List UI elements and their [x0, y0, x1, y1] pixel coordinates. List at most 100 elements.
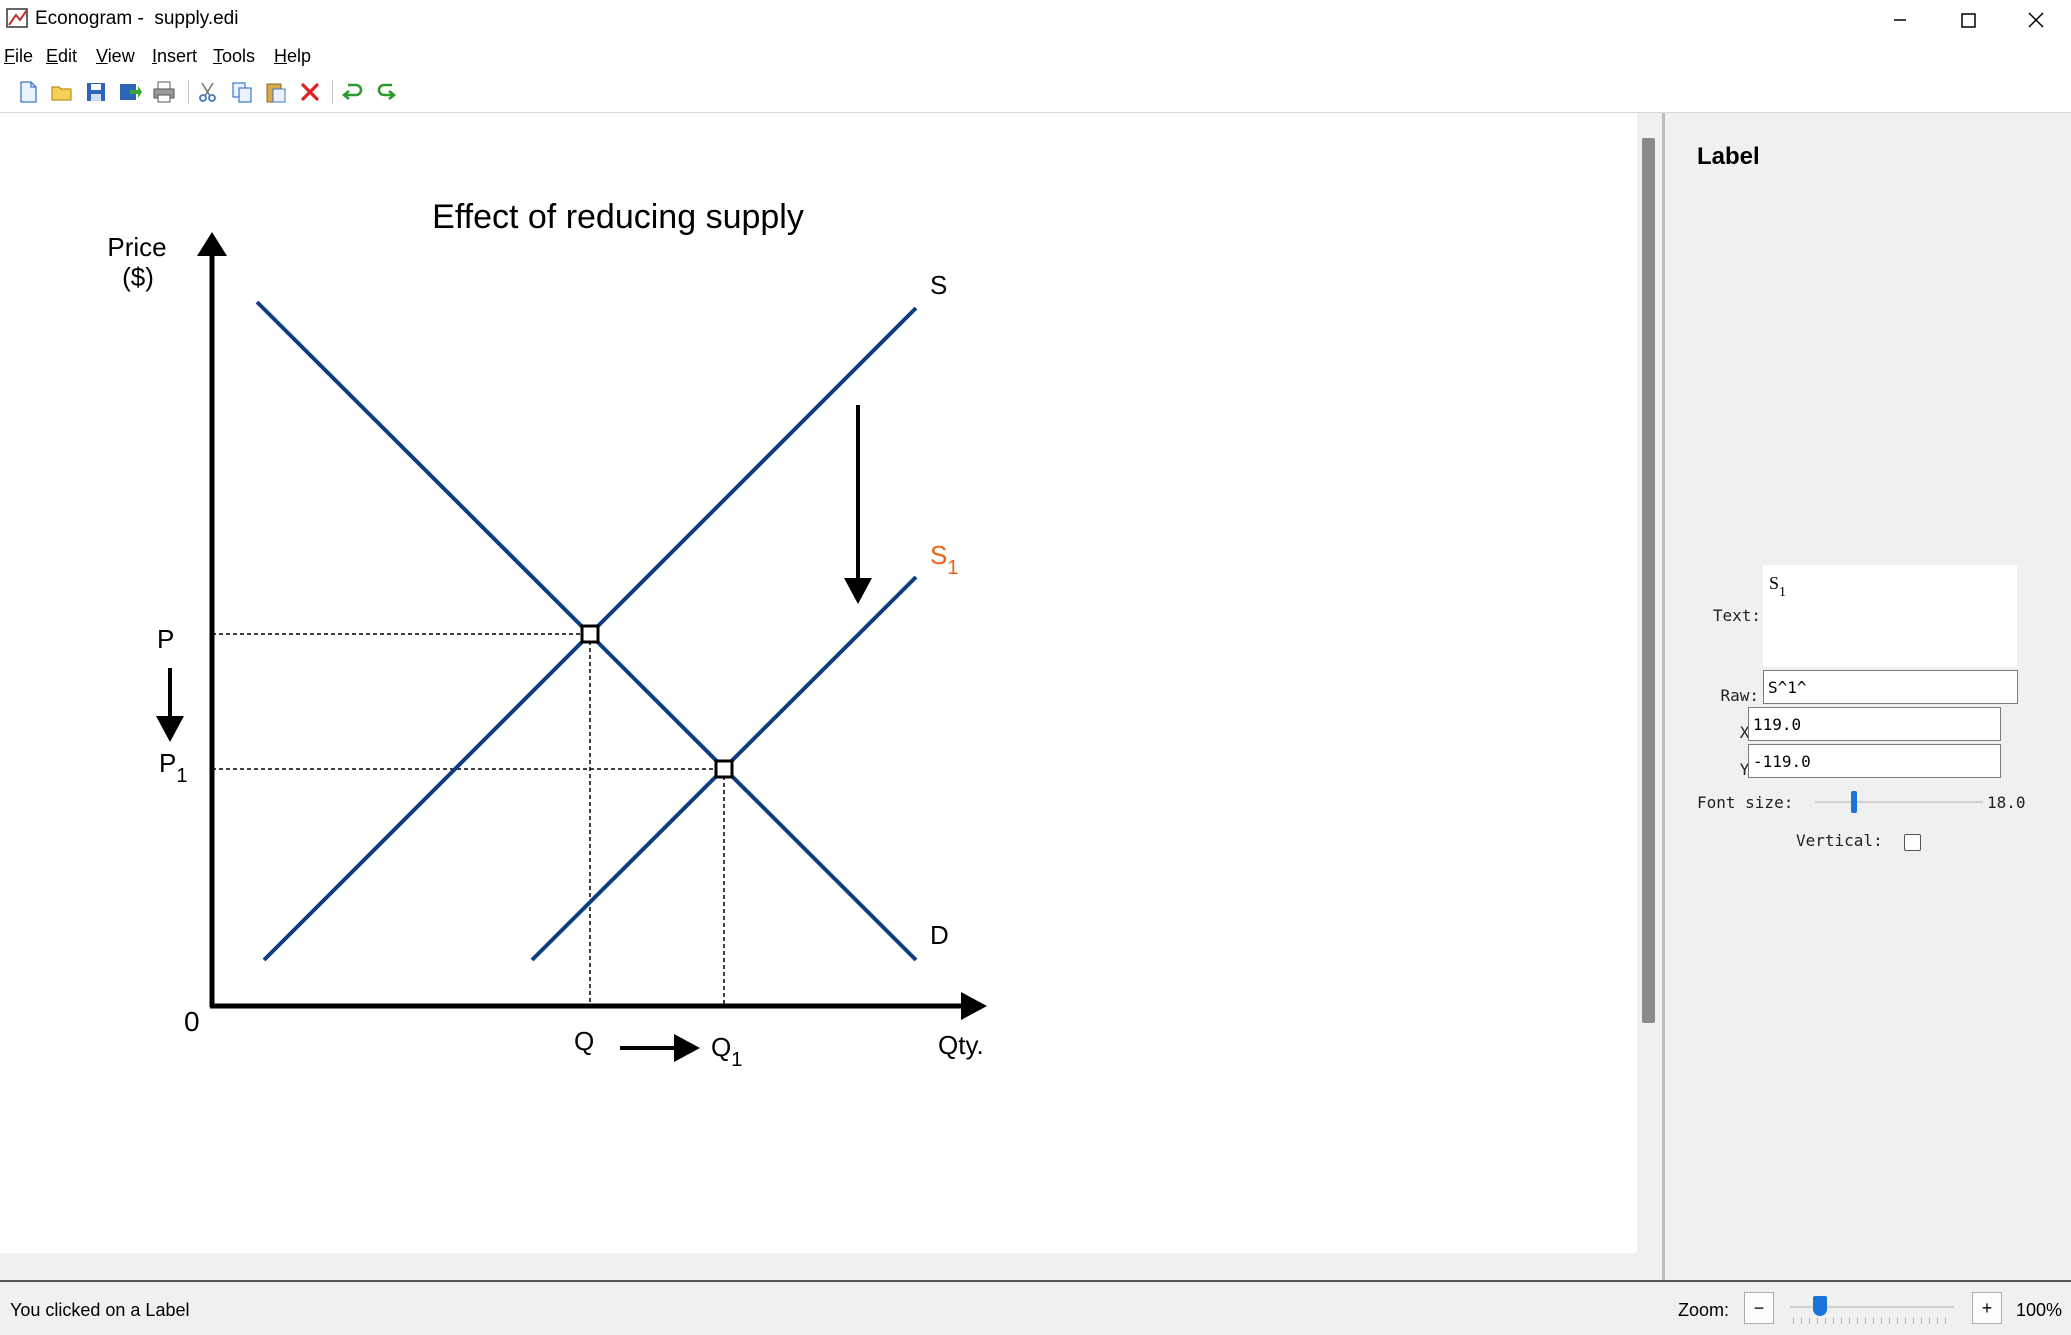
- print-icon: [153, 81, 175, 103]
- y-axis-arrowhead: [197, 232, 227, 256]
- menu-edit-label: dit: [58, 46, 78, 66]
- minimize-button[interactable]: [1864, 0, 1936, 40]
- status-bar: You clicked on a Label Zoom: − + 100%: [0, 1280, 2071, 1335]
- equilibrium-point[interactable]: [580, 624, 600, 644]
- supply-label[interactable]: S: [930, 270, 947, 300]
- x-axis-arrowhead: [961, 992, 987, 1020]
- title-bar: Econogram - supply.edi: [0, 0, 2071, 40]
- text-preview-sub: 1: [1779, 585, 1786, 600]
- open-button[interactable]: [48, 78, 76, 106]
- menu-view-label: iew: [107, 46, 135, 66]
- export-image-button[interactable]: [116, 78, 144, 106]
- undo-icon: [341, 83, 363, 101]
- menu-insert[interactable]: Insert: [152, 46, 197, 67]
- supply-demand-diagram[interactable]: Effect of reducing supply Price ($) Qty.…: [0, 113, 1637, 1253]
- zoom-slider-thumb[interactable]: [1813, 1296, 1827, 1316]
- cut-button[interactable]: [194, 78, 222, 106]
- equilibrium1-point[interactable]: [714, 759, 734, 779]
- font-size-slider[interactable]: [1815, 801, 1983, 803]
- y-axis-label-line2[interactable]: ($): [122, 262, 154, 292]
- zoom-slider-ticks: [1793, 1318, 1953, 1324]
- supply-shift-arrowhead: [844, 578, 872, 604]
- vertical-label: Vertical:: [1796, 831, 1883, 850]
- panel-title: Label: [1697, 143, 1760, 170]
- print-button[interactable]: [150, 78, 178, 106]
- menu-bar: File Edit View Insert Tools Help: [0, 44, 2071, 70]
- save-button[interactable]: [82, 78, 110, 106]
- menu-help-label: elp: [287, 46, 312, 66]
- menu-file-label: ile: [15, 46, 34, 66]
- price-label[interactable]: P: [157, 624, 174, 654]
- properties-panel: Label Text: S 1 Raw: X: Y: Font size: 18…: [1665, 113, 2071, 1280]
- menu-view-mnemonic: V: [96, 46, 108, 66]
- toolbar-separator: [332, 80, 333, 104]
- qty-label[interactable]: Q: [574, 1026, 594, 1056]
- vertical-checkbox[interactable]: [1904, 834, 1921, 851]
- menu-tools-mnemonic: T: [213, 46, 222, 66]
- demand-label[interactable]: D: [930, 920, 949, 950]
- menu-insert-label: nsert: [157, 46, 198, 66]
- delete-button[interactable]: [296, 78, 324, 106]
- close-button[interactable]: [2000, 0, 2071, 40]
- maximize-button[interactable]: [1932, 0, 2004, 40]
- price1-label[interactable]: P1: [159, 748, 187, 787]
- maximize-icon: [1961, 13, 1976, 28]
- paste-icon: [266, 83, 286, 103]
- diagram-title[interactable]: Effect of reducing supply: [432, 198, 804, 236]
- diagram-canvas[interactable]: Effect of reducing supply Price ($) Qty.…: [0, 113, 1637, 1253]
- paste-button[interactable]: [262, 78, 290, 106]
- x-axis-label[interactable]: Qty.: [938, 1030, 984, 1060]
- zoom-in-button[interactable]: +: [1972, 1292, 2002, 1324]
- text-label: Text:: [1712, 606, 1761, 625]
- zoom-label: Zoom:: [1678, 1300, 1730, 1320]
- qty1-label[interactable]: Q1: [711, 1032, 742, 1071]
- vertical-scrollbar[interactable]: [1637, 113, 1662, 1253]
- close-icon: [2028, 12, 2044, 28]
- copy-icon: [232, 82, 252, 103]
- font-size-slider-thumb[interactable]: [1851, 791, 1857, 813]
- open-folder-icon: [51, 86, 72, 101]
- menu-file-mnemonic: F: [4, 46, 15, 66]
- qty-shift-arrowhead: [674, 1034, 700, 1062]
- raw-input[interactable]: [1763, 670, 2018, 704]
- delete-icon: [301, 83, 319, 101]
- font-size-label: Font size:: [1697, 793, 1794, 812]
- x-input[interactable]: [1748, 707, 2001, 741]
- raw-label: Raw:: [1720, 686, 1759, 705]
- price-shift-arrowhead: [156, 716, 184, 742]
- text-preview-base: S: [1769, 573, 1780, 593]
- status-message: You clicked on a Label: [10, 1300, 190, 1320]
- supply1-label-sub: 1: [947, 557, 958, 579]
- undo-button[interactable]: [338, 78, 366, 106]
- supply1-label-base: S: [930, 540, 947, 570]
- menu-file[interactable]: File: [4, 46, 33, 67]
- toolbar: [0, 72, 2071, 113]
- save-icon: [87, 83, 105, 101]
- origin-label[interactable]: 0: [184, 1006, 200, 1037]
- y-axis-label-line1[interactable]: Price: [107, 232, 166, 262]
- menu-help-mnemonic: H: [274, 46, 287, 66]
- vertical-scrollbar-thumb[interactable]: [1642, 138, 1655, 1023]
- text-preview: S 1: [1763, 565, 2017, 667]
- menu-tools[interactable]: Tools: [213, 46, 255, 67]
- font-size-value: 18.0: [1987, 793, 2026, 812]
- new-file-button[interactable]: [14, 78, 42, 106]
- zoom-out-button[interactable]: −: [1744, 1292, 1774, 1324]
- export-image-icon: [120, 84, 142, 100]
- menu-edit[interactable]: Edit: [46, 46, 77, 67]
- menu-edit-mnemonic: E: [46, 46, 59, 66]
- horizontal-scrollbar[interactable]: [0, 1253, 1662, 1280]
- copy-button[interactable]: [228, 78, 256, 106]
- menu-help[interactable]: Help: [274, 46, 311, 67]
- redo-button[interactable]: [372, 78, 400, 106]
- qty1-label-sub: 1: [731, 1049, 742, 1071]
- zoom-value: 100%: [2016, 1300, 2063, 1320]
- y-input[interactable]: [1748, 744, 2001, 778]
- toolbar-separator: [188, 80, 189, 104]
- redo-icon: [377, 83, 397, 101]
- qty1-label-base: Q: [711, 1032, 731, 1062]
- menu-view[interactable]: View: [96, 46, 135, 67]
- cut-icon: [199, 82, 216, 102]
- app-icon: [6, 8, 28, 28]
- supply1-label[interactable]: S1: [930, 540, 958, 579]
